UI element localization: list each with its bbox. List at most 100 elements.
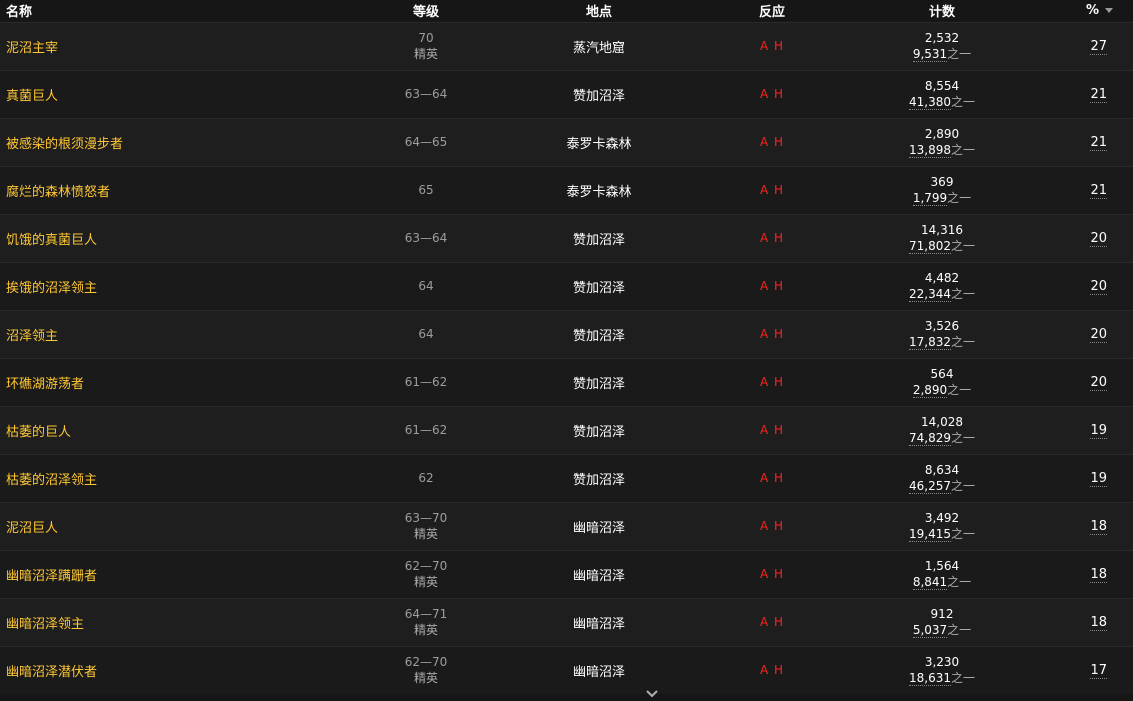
- table-row[interactable]: 枯萎的巨人 61—62 赞加沼泽 A H 14,028 74,829之一 19: [0, 406, 1133, 454]
- table-row[interactable]: 沼泽领主 64 赞加沼泽 A H 3,526 17,832之一 20: [0, 310, 1133, 358]
- npc-name-link[interactable]: 幽暗沼泽领主: [6, 617, 84, 632]
- table-row[interactable]: 枯萎的沼泽领主 62 赞加沼泽 A H 8,634 46,257之一 19: [0, 454, 1133, 502]
- cell-level: 61—62: [340, 358, 512, 406]
- npc-name-link[interactable]: 环礁湖游荡者: [6, 377, 84, 392]
- location-link[interactable]: 蒸汽地窟: [573, 41, 625, 56]
- cell-pct: 18: [1026, 598, 1133, 646]
- level-range: 61—62: [404, 423, 448, 437]
- column-header-level[interactable]: 等级: [340, 0, 512, 22]
- location-link[interactable]: 赞加沼泽: [573, 329, 625, 344]
- column-header-count[interactable]: 计数: [858, 0, 1026, 22]
- reaction-indicator: A H: [759, 375, 785, 389]
- location-link[interactable]: 泰罗卡森林: [566, 137, 631, 152]
- column-header-location[interactable]: 地点: [512, 0, 686, 22]
- count-suffix: 之一: [950, 95, 975, 109]
- cell-count: 8,554 41,380之一: [858, 70, 1026, 118]
- cell-name: 幽暗沼泽蹒跚者: [0, 550, 340, 598]
- table-row[interactable]: 饥饿的真菌巨人 63—64 赞加沼泽 A H 14,316 71,802之一 2…: [0, 214, 1133, 262]
- npc-name-link[interactable]: 幽暗沼泽潜伏者: [6, 665, 97, 680]
- cell-count: 2,890 13,898之一: [858, 118, 1026, 166]
- column-header-react[interactable]: 反应: [686, 0, 858, 22]
- cell-react: A H: [686, 166, 858, 214]
- location-link[interactable]: 赞加沼泽: [573, 425, 625, 440]
- cell-location: 赞加沼泽: [512, 262, 686, 310]
- table-row[interactable]: 泥沼主宰 70 精英 蒸汽地窟 A H 2,532 9,531之一 27: [0, 22, 1133, 70]
- count-suffix: 之一: [950, 335, 975, 349]
- location-link[interactable]: 赞加沼泽: [573, 281, 625, 296]
- location-link[interactable]: 幽暗沼泽: [573, 521, 625, 536]
- reaction-indicator: A H: [759, 279, 785, 293]
- count-total-line: 2,890之一: [858, 382, 1026, 398]
- cell-location: 泰罗卡森林: [512, 118, 686, 166]
- npc-name-link[interactable]: 沼泽领主: [6, 329, 58, 344]
- cell-level: 63—64: [340, 70, 512, 118]
- table-row[interactable]: 泥沼巨人 63—70 精英 幽暗沼泽 A H 3,492 19,415之一 18: [0, 502, 1133, 550]
- table-row[interactable]: 挨饿的沼泽领主 64 赞加沼泽 A H 4,482 22,344之一 20: [0, 262, 1133, 310]
- location-link[interactable]: 泰罗卡森林: [566, 185, 631, 200]
- count-suffix: 之一: [950, 479, 975, 493]
- table-row[interactable]: 被感染的根须漫步者 64—65 泰罗卡森林 A H 2,890 13,898之一…: [0, 118, 1133, 166]
- cell-react: A H: [686, 598, 858, 646]
- cell-pct: 20: [1026, 310, 1133, 358]
- drop-count: 14,316: [921, 223, 963, 237]
- cell-name: 被感染的根须漫步者: [0, 118, 340, 166]
- kill-total: 19,415: [908, 527, 951, 542]
- drop-percent: 18: [1090, 614, 1107, 631]
- drop-percent: 18: [1090, 566, 1107, 583]
- cell-count: 4,482 22,344之一: [858, 262, 1026, 310]
- location-link[interactable]: 赞加沼泽: [573, 473, 625, 488]
- npc-name-link[interactable]: 幽暗沼泽蹒跚者: [6, 569, 97, 584]
- kill-total: 41,380: [908, 95, 951, 110]
- count-total-line: 18,631之一: [858, 670, 1026, 687]
- npc-name-link[interactable]: 泥沼主宰: [6, 41, 58, 56]
- location-link[interactable]: 幽暗沼泽: [573, 617, 625, 632]
- npc-name-link[interactable]: 泥沼巨人: [6, 521, 58, 536]
- location-link[interactable]: 赞加沼泽: [573, 377, 625, 392]
- cell-level: 64—71 精英: [340, 598, 512, 646]
- table-row[interactable]: 幽暗沼泽潜伏者 62—70 精英 幽暗沼泽 A H 3,230 18,631之一 …: [0, 646, 1133, 694]
- cell-location: 赞加沼泽: [512, 214, 686, 262]
- count-total-line: 41,380之一: [858, 94, 1026, 110]
- table-row[interactable]: 幽暗沼泽领主 64—71 精英 幽暗沼泽 A H 912 5,037之一 18: [0, 598, 1133, 646]
- drop-count: 8,554: [924, 79, 960, 93]
- drop-percent: 21: [1090, 134, 1107, 151]
- chevron-down-icon[interactable]: [646, 688, 658, 700]
- npc-name-link[interactable]: 挨饿的沼泽领主: [6, 281, 97, 296]
- drop-percent: 20: [1090, 230, 1107, 247]
- cell-pct: 17: [1026, 646, 1133, 694]
- column-header-name[interactable]: 名称: [0, 0, 340, 22]
- npc-name-link[interactable]: 腐烂的森林愤怒者: [6, 185, 110, 200]
- table-row[interactable]: 腐烂的森林愤怒者 65 泰罗卡森林 A H 369 1,799之一 21: [0, 166, 1133, 214]
- npc-name-link[interactable]: 枯萎的巨人: [6, 425, 71, 440]
- elite-tag: 精英: [413, 623, 438, 637]
- column-header-pct-label: %: [1085, 3, 1099, 19]
- cell-count: 14,028 74,829之一: [858, 406, 1026, 454]
- location-link[interactable]: 赞加沼泽: [573, 233, 625, 248]
- level-range: 64—71: [404, 607, 448, 621]
- location-link[interactable]: 赞加沼泽: [573, 89, 625, 104]
- npc-name-link[interactable]: 饥饿的真菌巨人: [6, 233, 97, 248]
- npc-name-link[interactable]: 被感染的根须漫步者: [6, 137, 123, 152]
- column-header-pct[interactable]: %: [1026, 0, 1133, 22]
- npc-name-link[interactable]: 枯萎的沼泽领主: [6, 473, 97, 488]
- level-range: 62—70: [404, 655, 448, 670]
- drop-count: 564: [930, 367, 954, 381]
- drop-percent: 20: [1090, 374, 1107, 391]
- kill-total: 13,898: [908, 143, 951, 158]
- location-link[interactable]: 幽暗沼泽: [573, 569, 625, 584]
- kill-total: 1,799: [912, 191, 948, 206]
- npc-name-link[interactable]: 真菌巨人: [6, 89, 58, 104]
- table-row[interactable]: 真菌巨人 63—64 赞加沼泽 A H 8,554 41,380之一 21: [0, 70, 1133, 118]
- cell-react: A H: [686, 214, 858, 262]
- count-total-line: 74,829之一: [858, 430, 1026, 446]
- reaction-indicator: A H: [759, 567, 785, 581]
- count-suffix: 之一: [947, 191, 972, 205]
- cell-level: 62—70 精英: [340, 550, 512, 598]
- table-row[interactable]: 环礁湖游荡者 61—62 赞加沼泽 A H 564 2,890之一 20: [0, 358, 1133, 406]
- table-row[interactable]: 幽暗沼泽蹒跚者 62—70 精英 幽暗沼泽 A H 1,564 8,841之一 1…: [0, 550, 1133, 598]
- cell-pct: 20: [1026, 262, 1133, 310]
- location-link[interactable]: 幽暗沼泽: [573, 665, 625, 680]
- cell-pct: 20: [1026, 358, 1133, 406]
- cell-location: 赞加沼泽: [512, 70, 686, 118]
- count-suffix: 之一: [950, 431, 975, 445]
